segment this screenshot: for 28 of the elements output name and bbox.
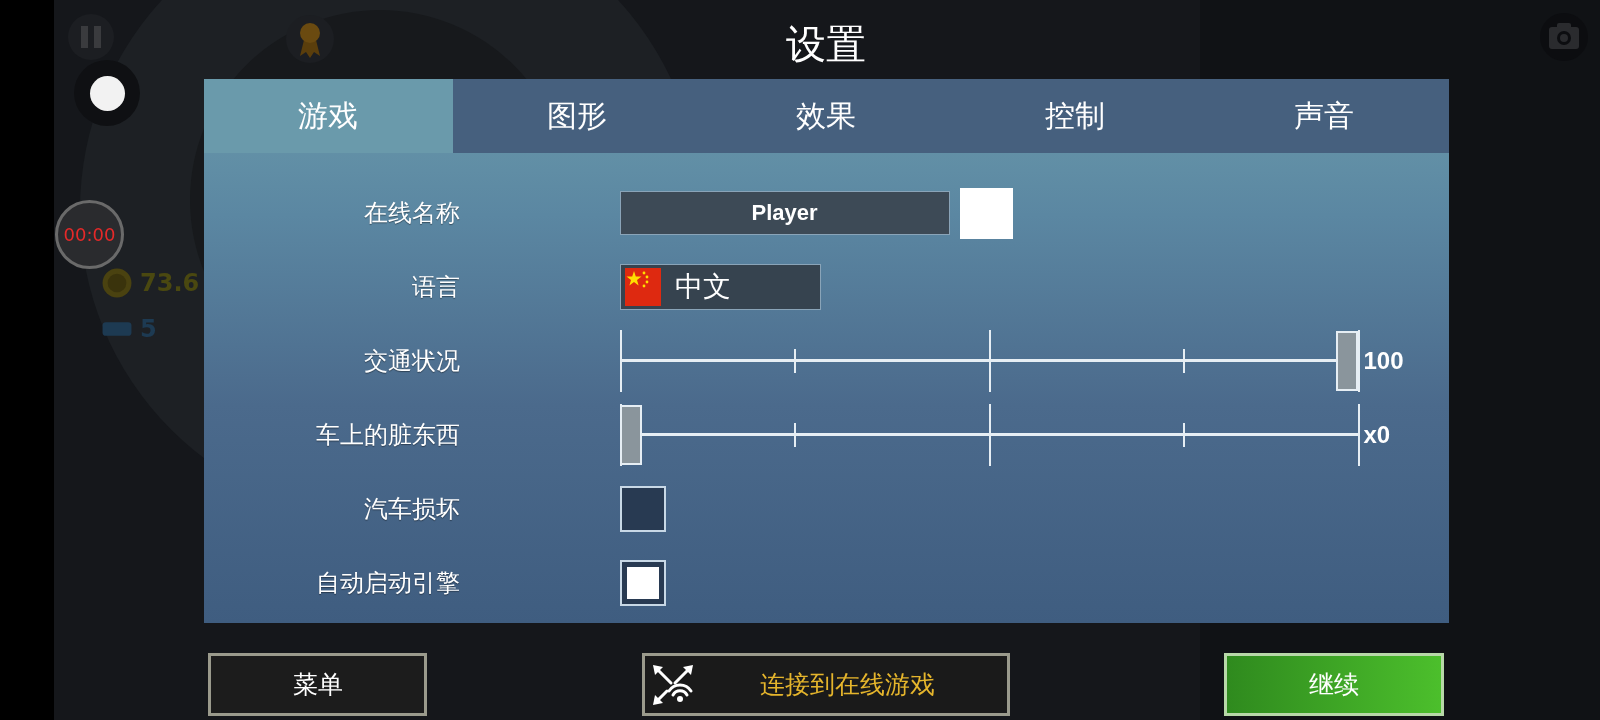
tab[interactable]: 控制	[950, 79, 1200, 153]
color-swatch[interactable]	[959, 187, 1013, 239]
language-dropdown[interactable]: 中文	[619, 264, 821, 310]
tab[interactable]: 效果	[701, 79, 951, 153]
name-field[interactable]: Player	[619, 191, 950, 235]
setting-label: 自动启动引擎	[314, 568, 460, 599]
slider-thumb[interactable]	[1335, 331, 1358, 391]
slider[interactable]	[619, 330, 1358, 392]
tab[interactable]: 图形	[452, 79, 702, 153]
menu-button[interactable]: 菜单	[208, 653, 427, 716]
setting-label: 交通状况	[362, 346, 460, 377]
continue-button[interactable]: 继续	[1224, 653, 1444, 716]
online-button[interactable]: 连接到在线游戏	[641, 653, 1010, 716]
flag-icon	[624, 268, 661, 306]
network-icon	[650, 662, 695, 707]
checkbox[interactable]	[619, 560, 666, 606]
setting-label: 在线名称	[362, 198, 460, 229]
setting-label: 车上的脏东西	[314, 420, 460, 451]
setting-label: 语言	[410, 272, 460, 303]
page-title: 设置	[786, 20, 866, 69]
slider-thumb[interactable]	[619, 405, 642, 465]
slider-value: 100	[1363, 347, 1404, 375]
tab[interactable]: 声音	[1199, 79, 1449, 153]
slider[interactable]	[619, 404, 1358, 466]
setting-label: 汽车损坏	[362, 494, 460, 525]
slider-value: x0	[1363, 421, 1391, 449]
checkbox[interactable]	[619, 486, 666, 532]
coin-icon	[100, 266, 134, 300]
